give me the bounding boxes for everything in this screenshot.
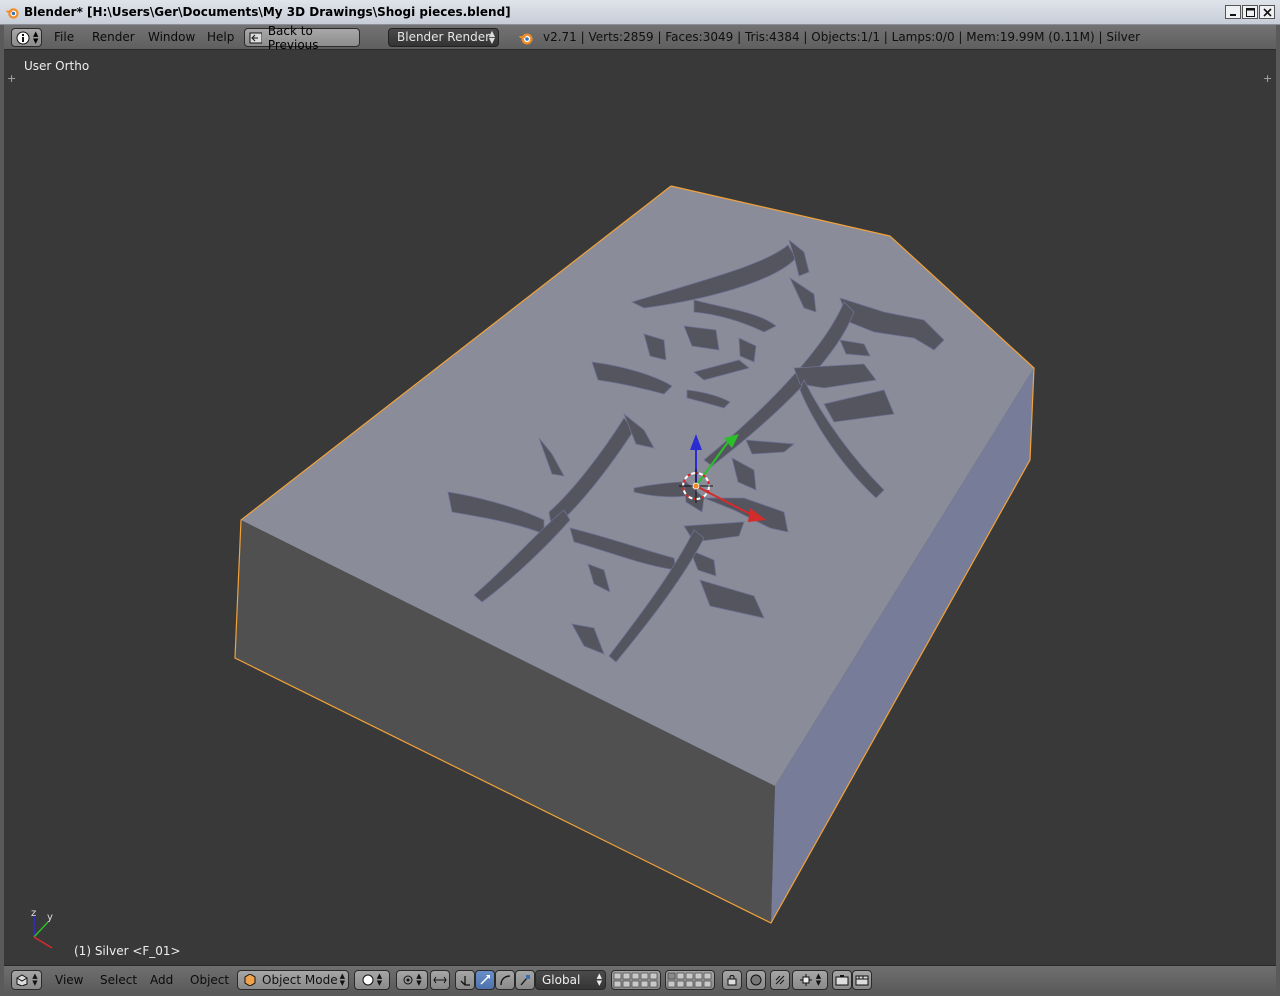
blender-logo-icon — [5, 8, 19, 19]
snap-target-select[interactable]: ▲ ▼ — [792, 970, 828, 990]
lock-layers-icon — [727, 975, 737, 986]
menu-file[interactable]: File — [54, 30, 74, 44]
pivot-point-icon — [403, 975, 413, 985]
menu-select[interactable]: Select — [100, 973, 137, 987]
view3d-editor-icon — [16, 974, 28, 986]
viewport-shading-select[interactable]: ▲ ▼ — [354, 970, 390, 990]
opengl-render-icon — [835, 975, 849, 986]
axis-gizmo: z y — [31, 908, 53, 949]
properties-toggle-icon[interactable]: + — [1263, 72, 1272, 85]
lock-layers-button[interactable] — [722, 970, 742, 990]
render-engine-label: Blender Render — [397, 30, 491, 44]
axis-y-label: y — [47, 912, 53, 923]
dropdown-arrows-icon: ▲ ▼ — [488, 29, 495, 45]
rotate-manipulator-icon — [480, 975, 490, 985]
scale-manipulator-icon — [500, 975, 511, 986]
scale-toggle-icon — [520, 975, 530, 986]
object-mode-icon — [244, 974, 256, 986]
manipulator-toggle-icon — [433, 976, 447, 984]
menu-help[interactable]: Help — [207, 30, 234, 44]
toolshelf-toggle-icon[interactable]: + — [7, 72, 16, 85]
maximize-button[interactable] — [1242, 5, 1258, 19]
pivot-point-select[interactable]: ▲ ▼ — [396, 970, 428, 990]
layer-grid-2[interactable] — [665, 970, 715, 990]
view3d-editor-selector[interactable]: ▲ ▼ — [11, 970, 42, 990]
snap-target-icon — [799, 974, 812, 986]
menu-view[interactable]: View — [55, 973, 83, 987]
active-object-label: (1) Silver <F_01> — [74, 944, 181, 958]
render-engine-select[interactable]: Blender Render ▲ ▼ — [388, 28, 499, 47]
scene-stats: v2.71 | Verts:2859 | Faces:3049 | Tris:4… — [543, 30, 1141, 44]
minimize-button[interactable] — [1225, 5, 1241, 19]
back-to-previous-label: Back to Previous — [267, 23, 319, 52]
orientation-label: Global — [542, 973, 581, 987]
close-icon — [1262, 7, 1272, 17]
snap-button[interactable] — [770, 970, 790, 990]
editor-type-selector[interactable]: ▲ ▼ — [11, 28, 42, 47]
mode-label: Object Mode — [262, 973, 338, 987]
back-to-previous-button[interactable]: Back to Previous — [244, 24, 360, 52]
rotate-manipulator-button[interactable] — [475, 970, 495, 990]
layer-grid[interactable] — [611, 970, 661, 990]
interaction-mode-select[interactable]: Object Mode ▲ ▼ — [237, 970, 349, 990]
translate-manipulator-icon — [460, 976, 470, 986]
transform-orientation-select[interactable]: Global ▲ ▼ — [535, 970, 606, 990]
snap-icon — [775, 975, 785, 985]
scale-toggle-button[interactable] — [515, 970, 535, 990]
3d-view-header: ▲ ▼ View Select Add Object Object Mode ▲ ▼… — [4, 965, 1276, 993]
info-header: ▲ ▼ File Render Window Help Back to Previ… — [4, 24, 1276, 52]
translate-manipulator-button[interactable] — [455, 970, 475, 990]
shading-solid-icon — [362, 974, 374, 986]
back-icon — [249, 32, 262, 43]
render-preview-button[interactable] — [746, 970, 766, 990]
opengl-render-button[interactable] — [832, 970, 852, 990]
axis-z-label: z — [31, 908, 36, 919]
close-button[interactable] — [1259, 5, 1275, 19]
manipulator-toggle-button[interactable] — [430, 970, 450, 990]
maximize-icon — [1245, 7, 1255, 17]
window-titlebar: Blender* [H:\Users\Ger\Documents\My 3D D… — [0, 0, 1280, 25]
scale-manipulator-button[interactable] — [495, 970, 515, 990]
layer-grid-2-icon — [667, 972, 712, 988]
view-mode-label: User Ortho — [24, 59, 90, 73]
render-preview-icon — [750, 974, 762, 986]
scene-render[interactable]: z y — [4, 50, 1276, 965]
layer-grid-icon — [613, 972, 658, 988]
menu-render[interactable]: Render — [92, 30, 135, 44]
window-title: Blender* [H:\Users\Ger\Documents\My 3D D… — [24, 5, 511, 19]
menu-add[interactable]: Add — [150, 973, 173, 987]
3d-viewport[interactable]: z y + + User Ortho (1) Silver <F_01> — [4, 50, 1276, 965]
menu-object[interactable]: Object — [190, 973, 229, 987]
menu-window[interactable]: Window — [148, 30, 195, 44]
minimize-icon — [1230, 14, 1236, 16]
opengl-anim-button[interactable] — [852, 970, 872, 990]
info-icon — [16, 31, 30, 44]
opengl-anim-icon — [855, 975, 869, 986]
blender-logo-icon — [519, 33, 533, 45]
